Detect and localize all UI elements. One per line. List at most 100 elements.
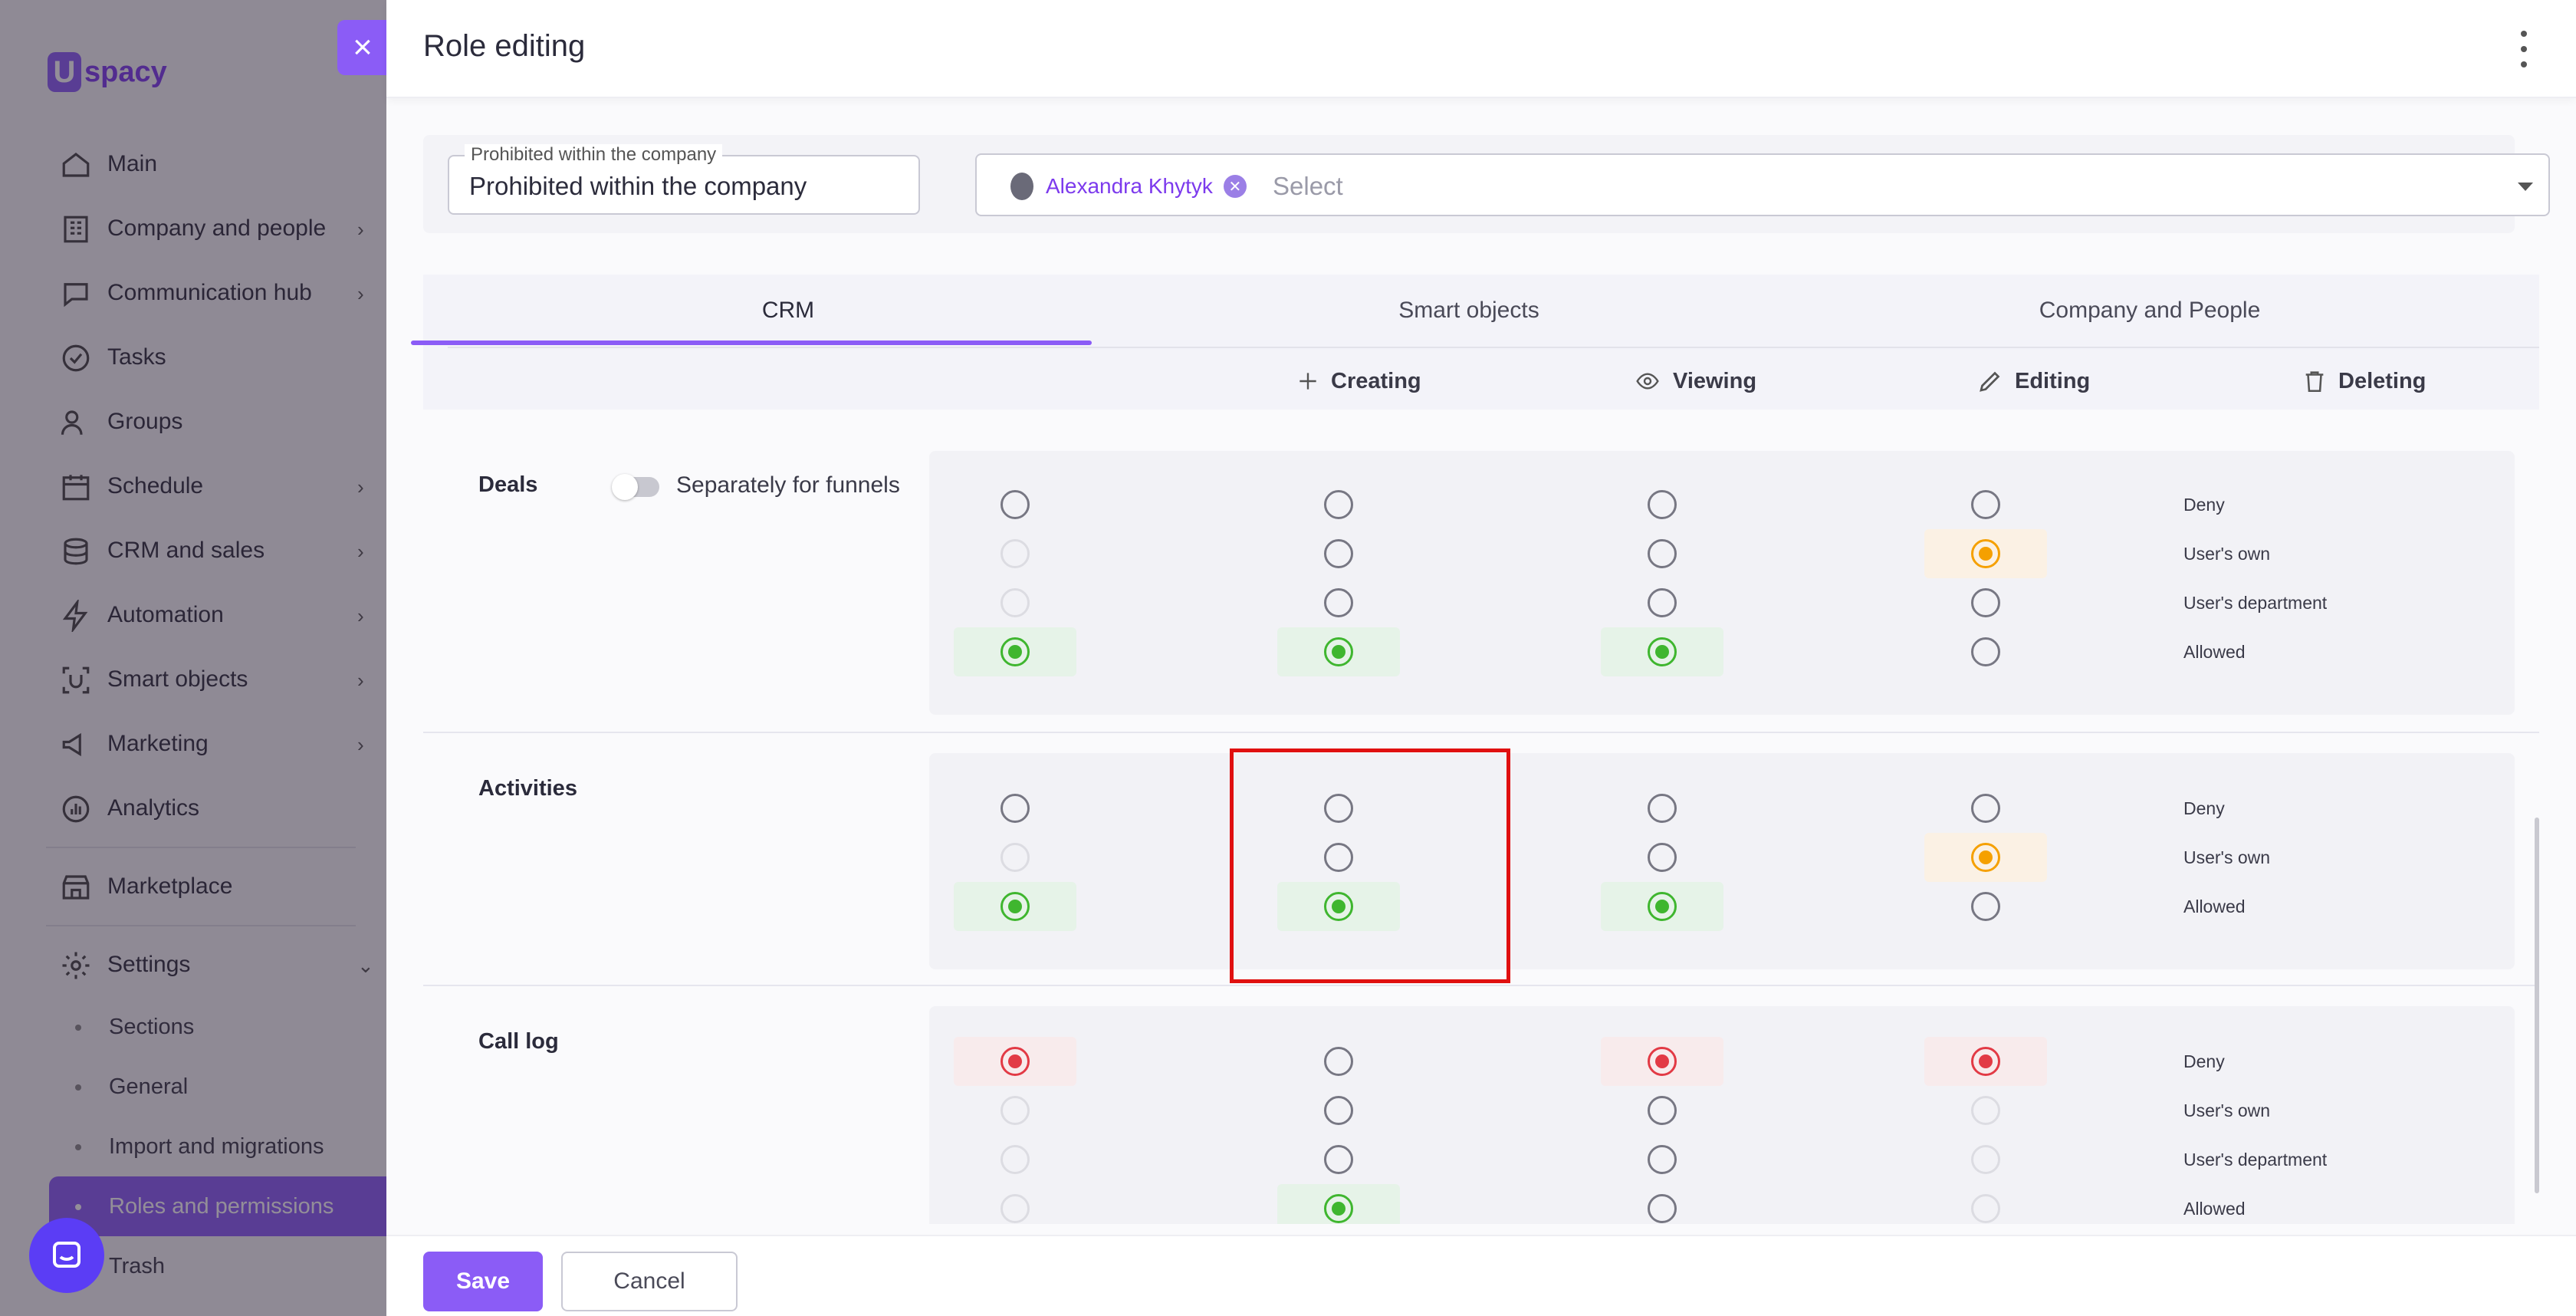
permission-cell-deleting[interactable]: [1924, 784, 2047, 833]
permission-cell-deleting[interactable]: [1924, 480, 2047, 529]
permission-cell-creating[interactable]: [954, 882, 1076, 931]
permission-level-label: User's own: [2183, 543, 2271, 564]
radio-button[interactable]: [1971, 539, 2000, 568]
radio-button[interactable]: [1001, 892, 1030, 921]
scope-field[interactable]: Prohibited within the company Prohibited…: [448, 144, 920, 215]
permission-cell-editing[interactable]: [1601, 529, 1723, 578]
radio-button[interactable]: [1648, 637, 1677, 666]
radio-button[interactable]: [1648, 539, 1677, 568]
permission-level-label: Deny: [2183, 798, 2225, 818]
radio-button[interactable]: [1971, 588, 2000, 617]
select-placeholder: Select: [1273, 172, 1343, 200]
radio-button[interactable]: [1648, 1145, 1677, 1174]
permission-cell-editing[interactable]: [1601, 882, 1723, 931]
permission-cell-viewing[interactable]: [1277, 578, 1400, 627]
permission-cell-editing[interactable]: [1601, 480, 1723, 529]
radio-button[interactable]: [1324, 1145, 1353, 1174]
radio-button[interactable]: [1971, 892, 2000, 921]
role-editing-panel: Role editing Prohibited within the compa…: [386, 0, 2576, 1316]
radio-button[interactable]: [1001, 637, 1030, 666]
eye-icon: [1636, 373, 1659, 390]
permission-cell-editing[interactable]: [1601, 578, 1723, 627]
permission-cell-editing[interactable]: [1601, 1184, 1723, 1224]
permission-cell-viewing[interactable]: [1277, 480, 1400, 529]
radio-button[interactable]: [1324, 1194, 1353, 1223]
plus-icon: [1300, 373, 1316, 390]
permission-cell-creating: [954, 833, 1076, 882]
remove-chip-icon[interactable]: ✕: [1223, 175, 1247, 198]
page-title: Role editing: [423, 29, 586, 63]
radio-button[interactable]: [1648, 843, 1677, 872]
permission-cell-editing[interactable]: [1601, 627, 1723, 676]
radio-button: [1001, 1096, 1030, 1125]
user-chip-name: Alexandra Khytyk: [1046, 174, 1213, 198]
permission-cell-creating[interactable]: [954, 1037, 1076, 1086]
radio-button[interactable]: [1971, 1047, 2000, 1076]
permission-cell-creating: [954, 1086, 1076, 1135]
permission-cell-viewing[interactable]: [1277, 627, 1400, 676]
tab-crm[interactable]: CRM: [448, 275, 1129, 347]
section-call-log: Call log Deny User's own User's department…: [423, 986, 2539, 1224]
permission-cell-deleting[interactable]: [1924, 529, 2047, 578]
radio-button: [1001, 539, 1030, 568]
permission-cell-deleting[interactable]: [1924, 1037, 2047, 1086]
tab-company-and-people[interactable]: Company and People: [1809, 275, 2490, 347]
support-chat-button[interactable]: [29, 1218, 104, 1293]
permission-cell-editing[interactable]: [1601, 1086, 1723, 1135]
radio-button[interactable]: [1001, 794, 1030, 823]
permission-cell-deleting[interactable]: [1924, 578, 2047, 627]
radio-button[interactable]: [1648, 588, 1677, 617]
radio-button[interactable]: [1324, 588, 1353, 617]
column-header-label: Creating: [1331, 368, 1421, 393]
radio-button[interactable]: [1971, 637, 2000, 666]
save-button[interactable]: Save: [423, 1252, 543, 1311]
column-header-label: Viewing: [1673, 368, 1757, 393]
radio-button[interactable]: [1324, 1096, 1353, 1125]
permission-cell-deleting[interactable]: [1924, 627, 2047, 676]
column-header-label: Editing: [2015, 368, 2091, 393]
radio-button[interactable]: [1001, 490, 1030, 519]
radio-button[interactable]: [1324, 539, 1353, 568]
radio-button[interactable]: [1648, 1047, 1677, 1076]
radio-button: [1001, 1194, 1030, 1223]
radio-button[interactable]: [1648, 892, 1677, 921]
permission-cell-creating[interactable]: [954, 480, 1076, 529]
radio-button[interactable]: [1324, 637, 1353, 666]
permission-cell-viewing[interactable]: [1277, 1086, 1400, 1135]
permission-cell-deleting[interactable]: [1924, 882, 2047, 931]
permission-cell-viewing[interactable]: [1277, 529, 1400, 578]
radio-button[interactable]: [1971, 843, 2000, 872]
filter-card: Prohibited within the company Prohibited…: [423, 135, 2550, 233]
more-options-icon[interactable]: [2516, 31, 2532, 67]
tab-smart-objects[interactable]: Smart objects: [1129, 275, 1809, 347]
radio-button[interactable]: [1324, 1047, 1353, 1076]
radio-button[interactable]: [1971, 490, 2000, 519]
permission-cell-deleting[interactable]: [1924, 833, 2047, 882]
modal-overlay[interactable]: [0, 0, 386, 1316]
radio-button[interactable]: [1648, 490, 1677, 519]
permission-cell-deleting: [1924, 1086, 2047, 1135]
scrollbar[interactable]: [2535, 818, 2539, 1193]
funnels-toggle[interactable]: [612, 474, 659, 500]
user-select[interactable]: Alexandra Khytyk ✕ Select: [975, 153, 2550, 216]
permission-cell-editing[interactable]: [1601, 1135, 1723, 1184]
radio-button[interactable]: [1648, 794, 1677, 823]
cancel-button[interactable]: Cancel: [561, 1252, 738, 1311]
radio-button: [1001, 1145, 1030, 1174]
radio-button[interactable]: [1648, 1096, 1677, 1125]
permission-cell-viewing[interactable]: [1277, 1184, 1400, 1224]
permission-cell-editing[interactable]: [1601, 784, 1723, 833]
radio-button[interactable]: [1324, 490, 1353, 519]
close-panel-button[interactable]: ×: [337, 20, 388, 75]
permission-cell-editing[interactable]: [1601, 833, 1723, 882]
radio-button[interactable]: [1001, 1047, 1030, 1076]
trash-icon: [2305, 371, 2324, 393]
permission-cell-creating[interactable]: [954, 627, 1076, 676]
permission-cell-creating[interactable]: [954, 784, 1076, 833]
radio-button[interactable]: [1648, 1194, 1677, 1223]
chevron-down-icon[interactable]: [2518, 183, 2533, 191]
permission-cell-viewing[interactable]: [1277, 1135, 1400, 1184]
radio-button[interactable]: [1971, 794, 2000, 823]
permission-cell-viewing[interactable]: [1277, 1037, 1400, 1086]
permission-cell-editing[interactable]: [1601, 1037, 1723, 1086]
